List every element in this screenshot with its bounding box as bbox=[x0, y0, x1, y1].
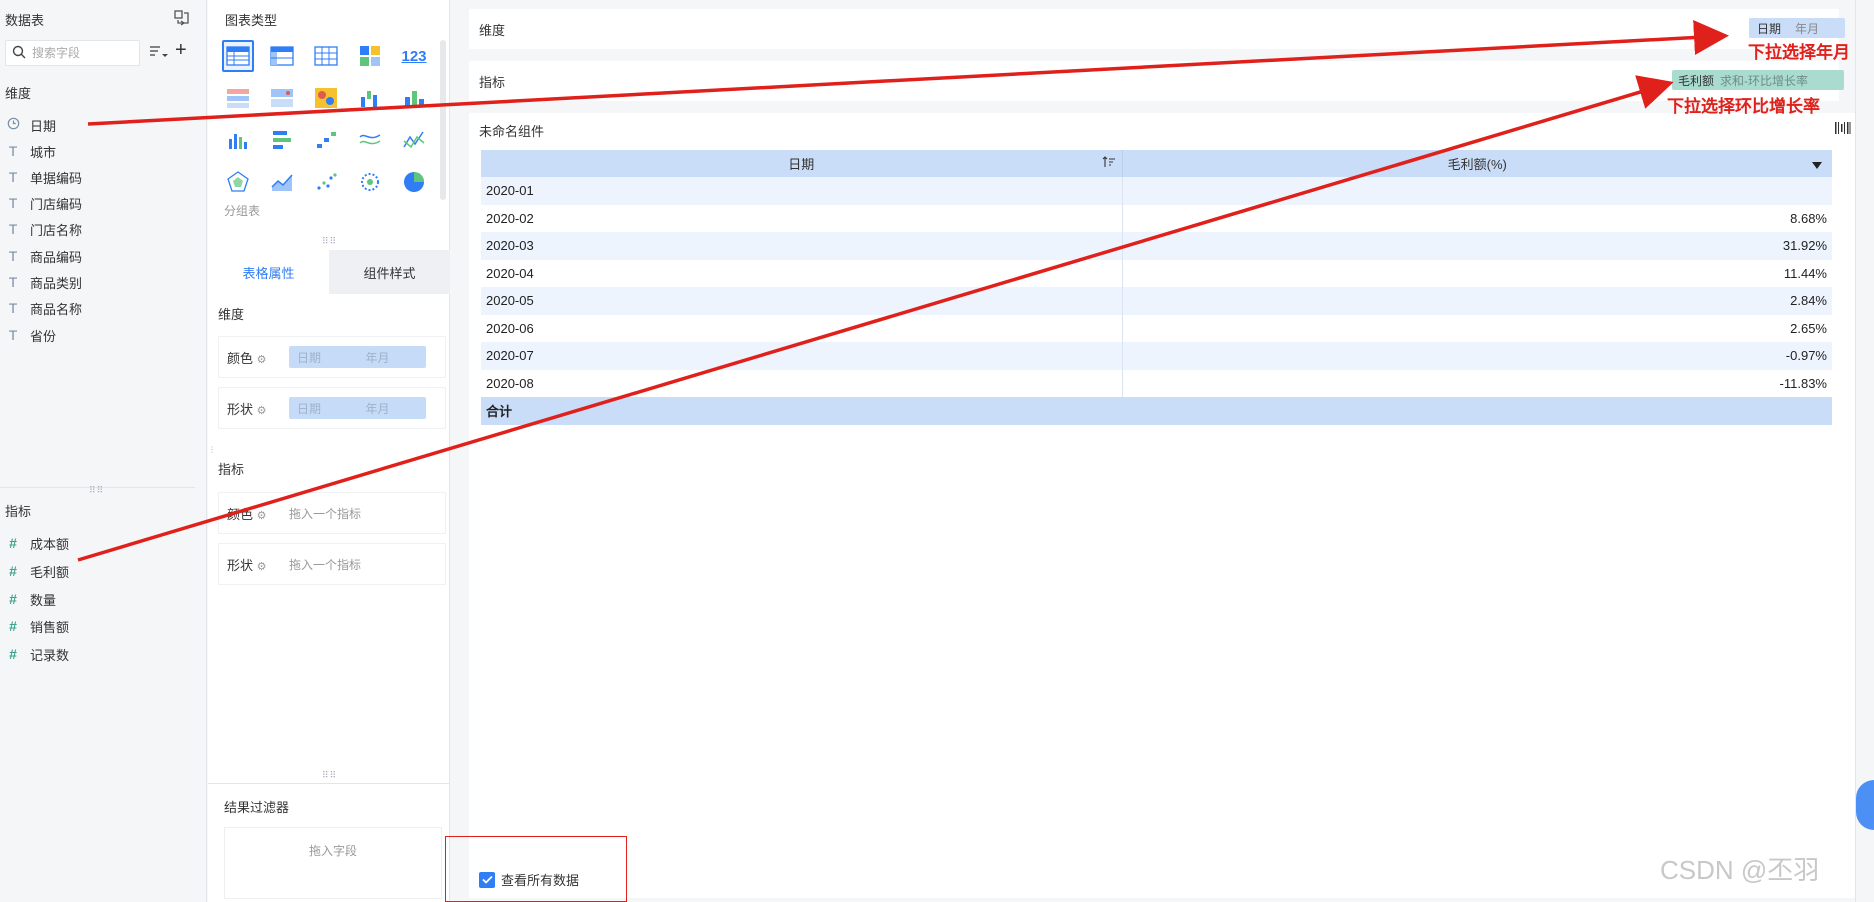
arrow-measure-to-measure-pill bbox=[77, 75, 1674, 562]
annotation-arrows bbox=[77, 20, 1729, 562]
annotation-year-month: 下拉选择年月 bbox=[1748, 43, 1850, 62]
csdn-watermark: CSDN @丕羽 bbox=[1660, 855, 1820, 885]
arrow-date-to-dimension-pill bbox=[87, 20, 1729, 126]
annotation-mom-growth: 下拉选择环比增长率 bbox=[1667, 97, 1820, 116]
